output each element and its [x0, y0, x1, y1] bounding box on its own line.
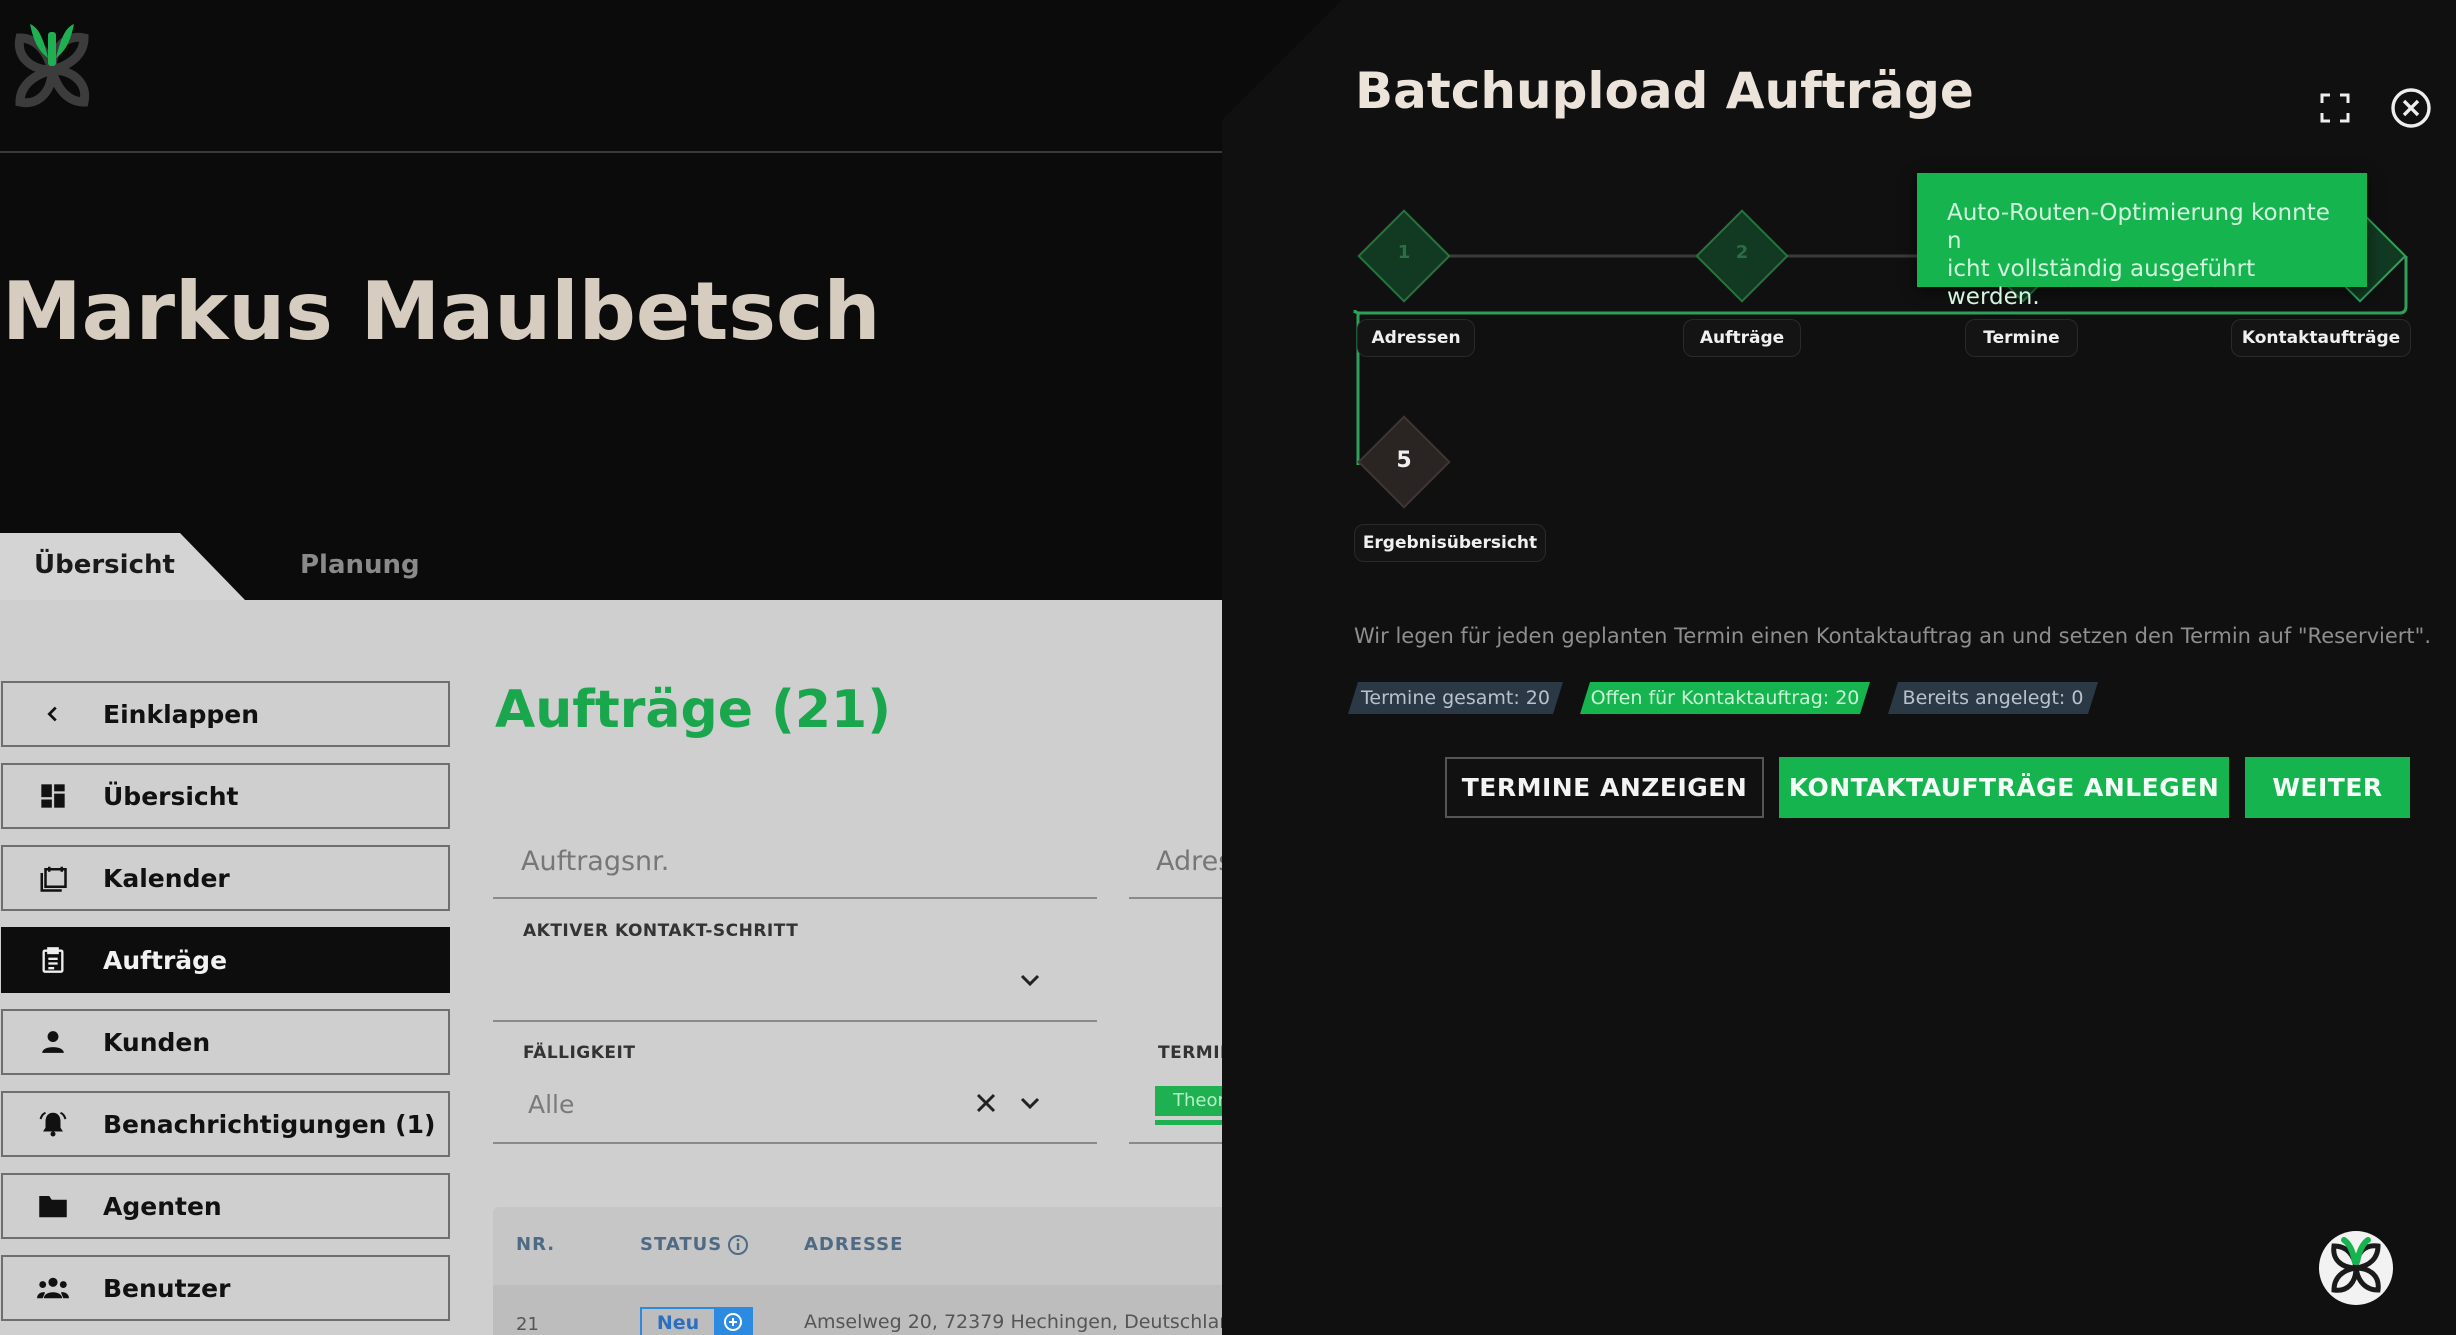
status-text: Neu [656, 1312, 700, 1334]
sidebar-item-agenten[interactable]: Agenten [1, 1173, 450, 1239]
order-number-placeholder: Auftragsnr. [521, 846, 670, 877]
chevron-left-icon [3, 703, 103, 725]
panel-title: Batchupload Aufträge [1355, 62, 1974, 120]
clear-icon[interactable] [975, 1092, 997, 1114]
contact-step-label: AKTIVER KONTAKT-SCHRITT [523, 921, 799, 941]
step-1-label[interactable]: Adressen [1357, 319, 1475, 357]
step-2-number: 2 [1735, 242, 1749, 263]
sidebar-item-label: Kunden [103, 1027, 211, 1057]
page-title: Aufträge (21) [495, 680, 891, 740]
toast-line-1: Auto-Routen-Optimierung konnte n [1947, 200, 2330, 254]
app-logo-icon[interactable] [0, 18, 104, 122]
row-address: Amselweg 20, 72379 Hechingen, Deutschlan… [804, 1311, 1222, 1333]
panel-shade [1222, 0, 1342, 120]
person-icon [3, 1029, 103, 1055]
step-1-number: 1 [1397, 242, 1411, 263]
background-app: Markus Maulbetsch Übersicht Planung Eink… [0, 0, 1222, 1335]
chevron-down-icon[interactable] [1018, 1095, 1042, 1111]
step-2-label[interactable]: Aufträge [1683, 319, 1801, 357]
create-contacts-button[interactable]: KONTAKTAUFTRÄGE ANLEGEN [1779, 757, 2229, 818]
sidebar-item-label: Aufträge [103, 945, 228, 975]
tag-total-appointments: Termine gesamt: 20 [1348, 682, 1563, 714]
info-icon[interactable] [727, 1234, 749, 1256]
due-label: FÄLLIGKEIT [523, 1043, 636, 1063]
contact-step-select[interactable] [493, 940, 1097, 1022]
toast-line-2: icht vollständig ausgeführt werden. [1947, 256, 2256, 310]
sidebar-item-einklappen[interactable]: Einklappen [1, 681, 450, 747]
tag-already-created: Bereits angelegt: 0 [1888, 682, 2098, 714]
help-widget-icon[interactable] [2318, 1230, 2394, 1306]
step-3-label[interactable]: Termine [1965, 319, 2078, 357]
bell-icon [3, 1109, 103, 1139]
close-icon[interactable] [2390, 87, 2432, 129]
step-5-label[interactable]: Ergebnisübersicht [1354, 524, 1546, 562]
sidebar-item-label: Einklappen [103, 699, 260, 729]
tab-planung[interactable]: Planung [300, 550, 420, 580]
chevron-down-icon[interactable] [1018, 972, 1042, 988]
show-appointments-button[interactable]: TERMINE ANZEIGEN [1445, 757, 1764, 818]
term-chip-underline [1155, 1120, 1222, 1125]
main-content: Einklappen Übersicht Kalender Aufträge K… [0, 600, 1222, 1335]
status-badge[interactable]: Neu [640, 1307, 753, 1335]
sidebar-item-benutzer[interactable]: Benutzer [1, 1255, 450, 1321]
sidebar-item-kalender[interactable]: Kalender [1, 845, 450, 911]
dashboard-icon [3, 782, 103, 810]
sidebar-item-label: Kalender [103, 863, 230, 893]
col-nr[interactable]: NR. [516, 1234, 555, 1255]
sidebar-item-label: Agenten [103, 1191, 222, 1221]
due-select[interactable] [493, 1062, 1097, 1144]
group-icon [3, 1275, 103, 1301]
step-5-number: 5 [1396, 448, 1412, 473]
row-nr: 21 [516, 1314, 539, 1335]
header-divider [0, 151, 1222, 153]
sidebar-item-benachrichtigungen[interactable]: Benachrichtigungen (1) [1, 1091, 450, 1157]
sidebar-item-uebersicht[interactable]: Übersicht [1, 763, 450, 829]
clipboard-icon [3, 946, 103, 974]
address-placeholder: Adresse [1156, 846, 1222, 877]
term-label: TERMINE [1158, 1043, 1222, 1063]
sidebar-item-label: Benutzer [103, 1273, 231, 1303]
sidebar-item-kunden[interactable]: Kunden [1, 1009, 450, 1075]
due-value: Alle [528, 1090, 575, 1119]
tab-uebersicht[interactable]: Übersicht [0, 533, 245, 600]
fullscreen-icon[interactable] [2320, 93, 2350, 123]
sidebar-item-auftraege[interactable]: Aufträge [1, 927, 450, 993]
sidebar-item-label: Benachrichtigungen (1) [103, 1109, 436, 1139]
tag-open-contacts: Offen für Kontaktauftrag: 20 [1580, 682, 1870, 714]
tab-uebersicht-label: Übersicht [34, 550, 175, 580]
panel-description: Wir legen für jeden geplanten Termin ein… [1354, 624, 2431, 648]
step-4-label[interactable]: Kontaktaufträge [2231, 319, 2411, 357]
folder-icon [3, 1192, 103, 1220]
app-header: Markus Maulbetsch Übersicht Planung [0, 0, 1222, 600]
add-circle-icon[interactable] [714, 1309, 751, 1335]
sidebar-item-label: Übersicht [103, 781, 239, 811]
col-address[interactable]: ADRESSE [804, 1234, 903, 1255]
col-status[interactable]: STATUS [640, 1234, 722, 1255]
person-name: Markus Maulbetsch [2, 265, 881, 358]
term-chip[interactable]: Theoretisch [1155, 1086, 1222, 1116]
next-button[interactable]: WEITER [2245, 757, 2410, 818]
toast-notification[interactable]: Auto-Routen-Optimierung konnte n icht vo… [1917, 173, 2367, 310]
calendar-icon [3, 863, 103, 893]
